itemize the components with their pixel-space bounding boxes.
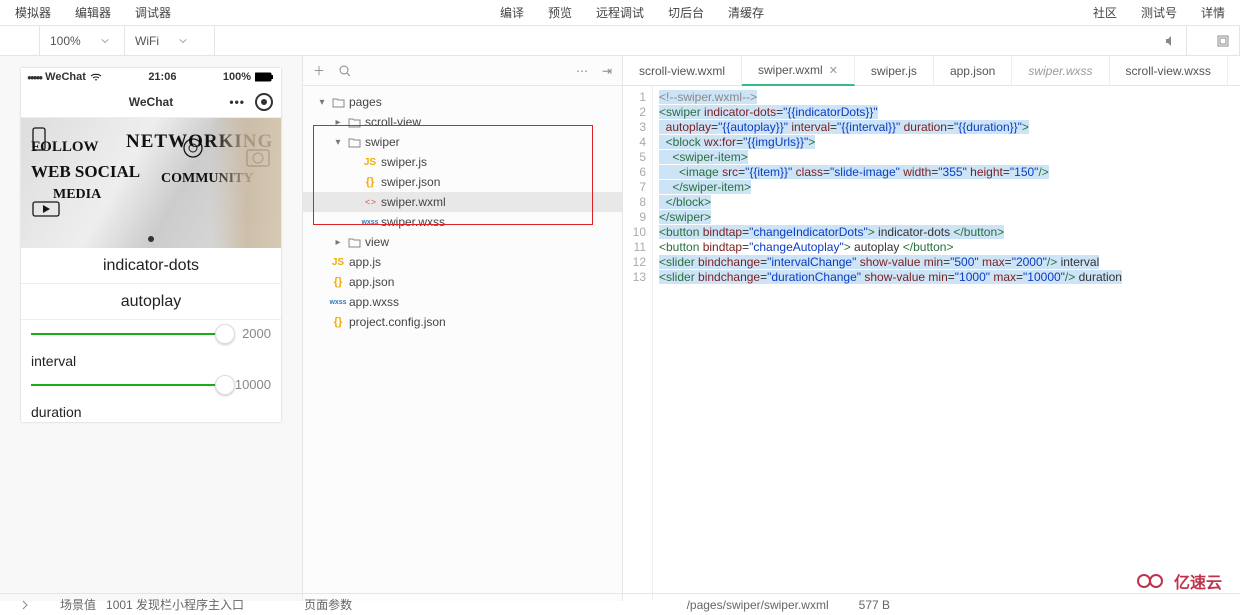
file-size: 577 B — [859, 598, 890, 612]
menu-item[interactable]: 编辑器 — [75, 4, 111, 21]
editor-tabs: scroll-view.wxmlswiper.wxml✕swiper.jsapp… — [623, 56, 1240, 86]
watermark: 亿速云 — [1132, 569, 1222, 593]
menu-item[interactable]: 测试号 — [1141, 4, 1177, 21]
swiper-dot — [148, 236, 154, 242]
device-frame: ●●●●● WeChat 21:06 100% WeChat ••• FOLLO… — [21, 68, 281, 422]
battery-pct: 100% — [223, 71, 251, 83]
collapse-icon[interactable]: ⇥ — [602, 64, 612, 78]
menu-dots-icon[interactable]: ••• — [229, 95, 245, 109]
menu-item[interactable]: 预览 — [548, 4, 572, 21]
swiper-image[interactable]: FOLLOW NETWORKING WEB SOCIAL COMMUNITY M… — [21, 118, 281, 248]
code-editor[interactable]: 12345678910111213 <!--swiper.wxml--><swi… — [623, 86, 1240, 601]
duration-slider[interactable]: 10000 — [31, 377, 271, 392]
duration-value: 10000 — [233, 377, 271, 392]
tree-item-view[interactable]: ▸view — [303, 232, 622, 252]
interval-label: interval — [21, 347, 281, 371]
tab-swiper.js[interactable]: swiper.js — [855, 56, 934, 85]
carrier: WeChat — [45, 71, 86, 83]
tree-item-scroll-view[interactable]: ▸scroll-view — [303, 112, 622, 132]
tree-item-pages[interactable]: ▾pages — [303, 92, 622, 112]
menu-item[interactable]: 详情 — [1201, 4, 1225, 21]
top-menu: 模拟器 编辑器 调试器 编译 预览 远程调试 切后台 清缓存 社区 测试号 详情 — [0, 0, 1240, 26]
tree-item-swiper[interactable]: ▾swiper — [303, 132, 622, 152]
code-panel: scroll-view.wxmlswiper.wxml✕swiper.jsapp… — [623, 56, 1240, 601]
tree-item-app.wxss[interactable]: wxssapp.wxss — [303, 292, 622, 312]
tree-item-swiper.json[interactable]: {}swiper.json — [303, 172, 622, 192]
menu-item[interactable]: 远程调试 — [596, 4, 644, 21]
scene-value: 1001 发现栏小程序主入口 — [106, 598, 244, 612]
interval-slider[interactable]: 2000 — [31, 326, 271, 341]
search-icon[interactable] — [339, 65, 351, 77]
close-icon[interactable]: ✕ — [829, 64, 838, 77]
file-path: /pages/swiper/swiper.wxml — [687, 598, 829, 612]
menu-item[interactable]: 清缓存 — [728, 4, 764, 21]
tree-item-app.json[interactable]: {}app.json — [303, 272, 622, 292]
tree-item-swiper.js[interactable]: JSswiper.js — [303, 152, 622, 172]
tree-item-swiper.wxml[interactable]: < >swiper.wxml — [303, 192, 622, 212]
menu-item[interactable]: 切后台 — [668, 4, 704, 21]
nav-bar: WeChat ••• — [21, 86, 281, 118]
tab-app.json[interactable]: app.json — [934, 56, 1012, 85]
menu-item[interactable]: 社区 — [1093, 4, 1117, 21]
sub-toolbar: 100% WiFi — [0, 26, 1240, 56]
signal-dots: ●●●●● — [27, 73, 41, 82]
tab-swiper.wxml[interactable]: swiper.wxml✕ — [742, 56, 855, 86]
indicator-dots-button[interactable]: indicator-dots — [21, 248, 281, 284]
clock: 21:06 — [148, 71, 176, 83]
nav-title: WeChat — [129, 95, 173, 109]
simulator-panel: ●●●●● WeChat 21:06 100% WeChat ••• FOLLO… — [0, 56, 303, 601]
tree-item-project.config.json[interactable]: {}project.config.json — [303, 312, 622, 332]
duration-label: duration — [21, 398, 281, 422]
status-bar: ●●●●● WeChat 21:06 100% — [21, 68, 281, 86]
more-icon[interactable]: ⋯ — [576, 64, 588, 78]
popup-icon[interactable] — [1187, 26, 1240, 55]
network-select[interactable]: WiFi — [125, 26, 215, 55]
add-icon[interactable]: ＋ — [313, 62, 325, 79]
page-param-label[interactable]: 页面参数 — [304, 596, 352, 613]
interval-value: 2000 — [233, 326, 271, 341]
autoplay-button[interactable]: autoplay — [21, 284, 281, 320]
file-explorer: ＋ ⋯ ⇥ ▾pages▸scroll-view▾swiperJSswiper.… — [303, 56, 623, 601]
menu-item[interactable]: 模拟器 — [15, 4, 51, 21]
tree-item-app.js[interactable]: JSapp.js — [303, 252, 622, 272]
tab-swiper.wxss[interactable]: swiper.wxss — [1012, 56, 1109, 85]
mute-icon[interactable] — [1134, 26, 1187, 55]
wifi-icon — [90, 72, 102, 82]
tree-item-swiper.wxss[interactable]: wxssswiper.wxss — [303, 212, 622, 232]
menu-item[interactable]: 调试器 — [135, 4, 171, 21]
status-bar-bottom: 场景值 1001 发现栏小程序主入口 页面参数 /pages/swiper/sw… — [0, 593, 1240, 615]
network-value: WiFi — [135, 34, 159, 48]
menu-item[interactable]: 编译 — [500, 4, 524, 21]
file-toolbar: ＋ ⋯ ⇥ — [303, 56, 622, 86]
tab-scroll-view.wxml[interactable]: scroll-view.wxml — [623, 56, 742, 85]
chevron-icon[interactable] — [20, 600, 30, 610]
device-select[interactable] — [0, 26, 40, 55]
scene-label: 场景值 — [60, 598, 96, 612]
zoom-select[interactable]: 100% — [40, 26, 125, 55]
target-icon[interactable] — [255, 93, 273, 111]
battery-icon — [255, 72, 275, 82]
zoom-value: 100% — [50, 34, 81, 48]
tab-scroll-view.wxss[interactable]: scroll-view.wxss — [1110, 56, 1228, 85]
